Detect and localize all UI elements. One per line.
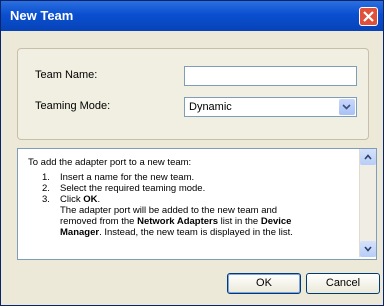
step-item: 2. Select the required teaming mode. [42, 183, 206, 194]
ok-button[interactable]: OK [227, 273, 301, 294]
instructions-text: To add the adapter port to a new team: 1… [28, 157, 353, 238]
teaming-mode-label: Teaming Mode: [35, 100, 111, 112]
title-bar[interactable]: New Team [1, 1, 383, 31]
teaming-mode-select[interactable]: Dynamic [184, 97, 357, 117]
window-title: New Team [10, 8, 74, 23]
scroll-down-icon [364, 246, 372, 252]
teaming-mode-value: Dynamic [189, 101, 232, 113]
close-icon [363, 11, 374, 22]
close-button[interactable] [359, 7, 378, 26]
instructions-box[interactable]: To add the adapter port to a new team: 1… [17, 148, 377, 260]
chevron-down-icon [342, 104, 351, 110]
instructions-scrollbar[interactable] [359, 149, 376, 257]
scroll-down-button[interactable] [360, 241, 376, 257]
instructions-intro: To add the adapter port to a new team: [28, 157, 192, 168]
cancel-button[interactable]: Cancel [306, 273, 380, 294]
step-detail: The adapter port will be added to the ne… [60, 205, 293, 238]
instructions-steps: 1. Insert a name for the new team. 2. Sele… [28, 172, 353, 238]
team-name-label: Team Name: [35, 69, 98, 81]
team-settings-group [17, 48, 369, 140]
scroll-up-icon [364, 154, 372, 160]
team-name-input[interactable] [184, 66, 357, 86]
scroll-up-button[interactable] [360, 149, 376, 165]
new-team-dialog: New Team Team Name: Teaming Mode: Dynami… [0, 0, 384, 306]
teaming-mode-dropdown-button[interactable] [339, 99, 355, 115]
step-item: 3. Click OK. [42, 194, 101, 205]
step-item: 1. Insert a name for the new team. [42, 172, 195, 183]
